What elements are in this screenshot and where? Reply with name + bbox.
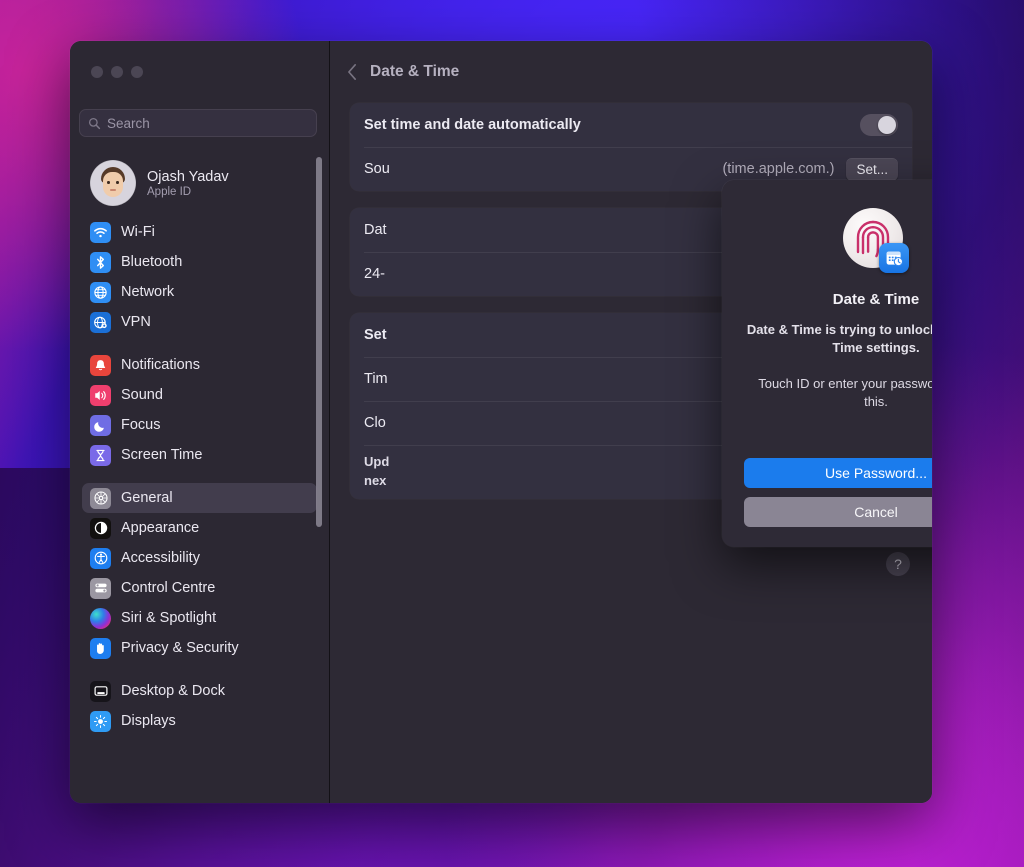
zoom-button[interactable] bbox=[131, 66, 143, 78]
globe-icon bbox=[90, 282, 111, 303]
avatar bbox=[90, 160, 136, 206]
touch-id-fingerprint-icon bbox=[843, 208, 909, 274]
window-traffic-lights bbox=[91, 66, 143, 78]
desktop-dock-icon bbox=[90, 681, 111, 702]
main-pane: Date & Time Set time and date automatica… bbox=[330, 41, 932, 803]
siri-icon bbox=[90, 608, 111, 629]
sidebar-item-siri-spotlight[interactable]: Siri & Spotlight bbox=[82, 603, 317, 633]
sidebar-item-label: Sound bbox=[121, 387, 163, 403]
sidebar: Ojash Yadav Apple ID Wi-Fi Bluetooth bbox=[70, 41, 330, 803]
use-password-button[interactable]: Use Password... bbox=[744, 458, 932, 488]
page-title: Date & Time bbox=[370, 63, 459, 81]
sidebar-item-desktop-dock[interactable]: Desktop & Dock bbox=[82, 676, 317, 706]
row-label: Tim bbox=[364, 371, 388, 387]
sidebar-item-label: Notifications bbox=[121, 357, 200, 373]
sidebar-item-sound[interactable]: Sound bbox=[82, 380, 317, 410]
row-label: Set time and date automatically bbox=[364, 117, 581, 133]
dialog-message-secondary: Touch ID or enter your password to allow… bbox=[751, 375, 932, 412]
hourglass-icon bbox=[90, 445, 111, 466]
sidebar-item-control-centre[interactable]: Control Centre bbox=[82, 573, 317, 603]
row-label: Sou bbox=[364, 161, 390, 177]
sidebar-item-wi-fi[interactable]: Wi-Fi bbox=[82, 217, 317, 247]
vpn-globe-icon bbox=[90, 312, 111, 333]
sidebar-group-system: Notifications Sound Focus bbox=[70, 350, 329, 470]
sidebar-item-label: Network bbox=[121, 284, 174, 300]
card-automatic-time: Set time and date automatically Sou (tim… bbox=[350, 103, 912, 191]
bell-icon bbox=[90, 355, 111, 376]
search-input[interactable] bbox=[107, 116, 308, 131]
sidebar-item-bluetooth[interactable]: Bluetooth bbox=[82, 247, 317, 277]
account-name: Ojash Yadav bbox=[147, 169, 229, 185]
sidebar-item-privacy-security[interactable]: Privacy & Security bbox=[82, 633, 317, 663]
search-field[interactable] bbox=[79, 109, 317, 137]
sidebar-item-label: Focus bbox=[121, 417, 161, 433]
sidebar-item-focus[interactable]: Focus bbox=[82, 410, 317, 440]
wifi-icon bbox=[90, 222, 111, 243]
dialog-title: Date & Time bbox=[833, 291, 919, 308]
minimize-button[interactable] bbox=[111, 66, 123, 78]
moon-icon bbox=[90, 415, 111, 436]
accessibility-icon bbox=[90, 548, 111, 569]
row-label: 24- bbox=[364, 266, 385, 282]
calendar-clock-icon bbox=[879, 243, 909, 273]
control-centre-icon bbox=[90, 578, 111, 599]
search-icon bbox=[88, 117, 101, 130]
set-server-button[interactable]: Set... bbox=[846, 158, 898, 181]
sidebar-item-label: Screen Time bbox=[121, 447, 202, 463]
sidebar-group-network: Wi-Fi Bluetooth Network bbox=[70, 217, 329, 337]
row-set-time-automatically[interactable]: Set time and date automatically bbox=[350, 103, 912, 147]
sidebar-item-label: Bluetooth bbox=[121, 254, 182, 270]
displays-icon bbox=[90, 711, 111, 732]
appearance-icon bbox=[90, 518, 111, 539]
sidebar-item-label: Control Centre bbox=[121, 580, 215, 596]
update-note-label: Upd nex bbox=[364, 445, 389, 499]
pane-header: Date & Time bbox=[330, 41, 932, 103]
sidebar-item-general[interactable]: General bbox=[82, 483, 317, 513]
touch-id-auth-dialog: Date & Time Date & Time is trying to unl… bbox=[722, 180, 932, 547]
hand-icon bbox=[90, 638, 111, 659]
sidebar-item-label: Displays bbox=[121, 713, 176, 729]
sidebar-item-label: Desktop & Dock bbox=[121, 683, 225, 699]
sidebar-item-network[interactable]: Network bbox=[82, 277, 317, 307]
bluetooth-icon bbox=[90, 252, 111, 273]
dialog-message: Date & Time is trying to unlock the Date… bbox=[745, 321, 932, 358]
speaker-icon bbox=[90, 385, 111, 406]
source-value: (time.apple.com.) bbox=[722, 161, 834, 177]
sidebar-scrollbar[interactable] bbox=[316, 157, 322, 527]
help-button[interactable]: ? bbox=[886, 552, 910, 576]
sidebar-item-apple-id[interactable]: Ojash Yadav Apple ID bbox=[82, 155, 317, 211]
gear-icon bbox=[90, 488, 111, 509]
row-label: Clo bbox=[364, 415, 386, 431]
sidebar-item-label: Privacy & Security bbox=[121, 640, 239, 656]
sidebar-item-label: Accessibility bbox=[121, 550, 200, 566]
sidebar-item-label: Appearance bbox=[121, 520, 199, 536]
sidebar-item-vpn[interactable]: VPN bbox=[82, 307, 317, 337]
sidebar-item-screen-time[interactable]: Screen Time bbox=[82, 440, 317, 470]
sidebar-group-desktop: Desktop & Dock Displays bbox=[70, 676, 329, 736]
sidebar-item-appearance[interactable]: Appearance bbox=[82, 513, 317, 543]
sidebar-item-accessibility[interactable]: Accessibility bbox=[82, 543, 317, 573]
sidebar-item-label: General bbox=[121, 490, 173, 506]
row-label: Set bbox=[364, 327, 387, 343]
close-button[interactable] bbox=[91, 66, 103, 78]
sidebar-item-label: Wi-Fi bbox=[121, 224, 155, 240]
set-time-automatically-toggle[interactable] bbox=[860, 114, 898, 136]
sidebar-item-displays[interactable]: Displays bbox=[82, 706, 317, 736]
dialog-actions: Use Password... Cancel bbox=[744, 458, 932, 527]
back-chevron-icon[interactable] bbox=[347, 63, 358, 81]
sidebar-item-notifications[interactable]: Notifications bbox=[82, 350, 317, 380]
system-settings-window: Ojash Yadav Apple ID Wi-Fi Bluetooth bbox=[70, 41, 932, 803]
row-label: Dat bbox=[364, 222, 387, 238]
sidebar-item-label: Siri & Spotlight bbox=[121, 610, 216, 626]
sidebar-scroll-area: Ojash Yadav Apple ID Wi-Fi Bluetooth bbox=[70, 146, 329, 803]
cancel-button[interactable]: Cancel bbox=[744, 497, 932, 527]
sidebar-item-label: VPN bbox=[121, 314, 151, 330]
sidebar-group-general: General Appearance Accessibility bbox=[70, 483, 329, 663]
account-subtitle: Apple ID bbox=[147, 186, 229, 198]
